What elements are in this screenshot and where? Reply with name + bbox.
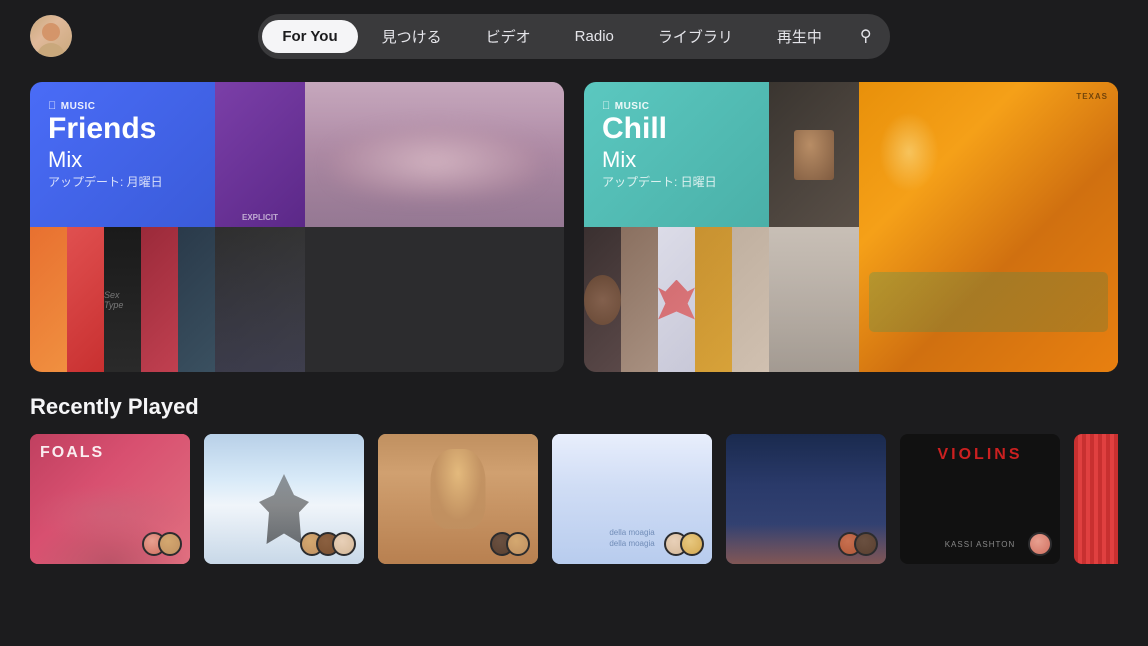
chill-mix-title-group: Chill Mix [602,112,751,173]
chill-mix-card[interactable]:  MUSIC Chill Mix アップデート: 日曜日 [584,82,1118,372]
friends-mix-update: アップデート: 月曜日 [48,173,197,190]
chill-mix-hero:  MUSIC Chill Mix アップデート: 日曜日 [584,82,769,227]
friends-mix-title: Friends [48,112,197,145]
chill-bottom-2[interactable] [621,227,658,372]
chill-apple-music-label:  MUSIC [602,100,751,112]
chill-mix-subtitle: Mix [602,147,751,173]
recently-item-7[interactable] [1074,434,1118,564]
main-nav: For You 見つける ビデオ Radio ライブラリ 再生中 ⚲ [258,14,889,59]
friends-bottom-row: Sex Type [30,227,215,372]
chill-mix-update: アップデート: 日曜日 [602,173,751,190]
friends-bottom-4[interactable] [141,227,178,372]
nav-item-library[interactable]: ライブラリ [638,18,753,55]
recently-art-5 [726,434,886,564]
chill-bottom-row [584,227,769,372]
user-avatar-small [680,532,704,556]
apple-music-label:  MUSIC [48,100,197,112]
chill-bottom-3[interactable] [658,227,695,372]
recently-art-3 [378,434,538,564]
nav-item-video[interactable]: ビデオ [466,18,551,55]
friends-bottom-3[interactable]: Sex Type [104,227,141,372]
chill-bottom-1[interactable] [584,227,621,372]
recently-item-3[interactable] [378,434,538,564]
user-avatar[interactable] [30,15,72,57]
user-avatars-3 [490,532,530,556]
user-avatars-2 [300,532,356,556]
user-avatar-small [506,532,530,556]
search-button[interactable]: ⚲ [846,18,886,54]
recently-item-1[interactable]: FOALS [30,434,190,564]
header: For You 見つける ビデオ Radio ライブラリ 再生中 ⚲ [0,0,1148,72]
mix-title-group: Friends Mix [48,112,197,173]
user-avatar-small [332,532,356,556]
nav-item-now-playing[interactable]: 再生中 [757,18,842,55]
nav-item-for-you[interactable]: For You [262,20,357,53]
friends-album-2[interactable]: EXPLICIT [215,82,305,227]
nav-item-discover[interactable]: 見つける [362,18,462,55]
recently-played-title: Recently Played [30,394,1118,420]
recently-art-7 [1074,434,1118,564]
friends-mix-hero:  MUSIC Friends Mix アップデート: 月曜日 [30,82,215,227]
chill-bottom-5[interactable] [732,227,769,372]
friends-album-3[interactable] [215,227,305,372]
user-avatars-4 [664,532,704,556]
friends-main-art[interactable] [305,82,564,227]
chill-album-c2-top[interactable] [769,82,859,227]
recently-art-4: della moagiadella moagia [552,434,712,564]
mixes-row:  MUSIC Friends Mix アップデート: 月曜日 EXPLICIT [30,82,1118,372]
chill-mix-title: Chill [602,112,751,145]
recently-played-section: Recently Played FOALS [30,394,1118,564]
user-avatar-small [854,532,878,556]
friends-bottom-2[interactable] [67,227,104,372]
friends-mix-card[interactable]:  MUSIC Friends Mix アップデート: 月曜日 EXPLICIT [30,82,564,372]
friends-bottom-5[interactable] [178,227,215,372]
friends-bottom-1[interactable] [30,227,67,372]
nav-item-radio[interactable]: Radio [555,20,634,53]
user-avatars-5 [838,532,878,556]
recently-item-4[interactable]: della moagiadella moagia [552,434,712,564]
friends-col2: EXPLICIT [215,82,305,372]
recently-item-2[interactable] [204,434,364,564]
friends-mix-subtitle: Mix [48,147,197,173]
recently-art-1: FOALS [30,434,190,564]
user-avatar-small [1028,532,1052,556]
chill-apple-logo-icon:  [602,100,611,112]
chill-col3-art[interactable]: TEXAS [859,82,1118,372]
chill-album-c2-bot[interactable] [769,227,859,372]
chill-col2 [769,82,859,372]
recently-art-6: VIOLINS KASSI ASHTON [900,434,1060,564]
recently-item-5[interactable] [726,434,886,564]
user-avatars-6 [1028,532,1052,556]
recently-item-6[interactable]: VIOLINS KASSI ASHTON [900,434,1060,564]
user-avatar-small [158,532,182,556]
chill-bottom-4[interactable] [695,227,732,372]
apple-logo-icon:  [48,100,57,112]
main-content:  MUSIC Friends Mix アップデート: 月曜日 EXPLICIT [0,72,1148,564]
user-avatars-1 [142,532,182,556]
recently-played-row: FOALS [30,434,1118,564]
recently-art-2 [204,434,364,564]
